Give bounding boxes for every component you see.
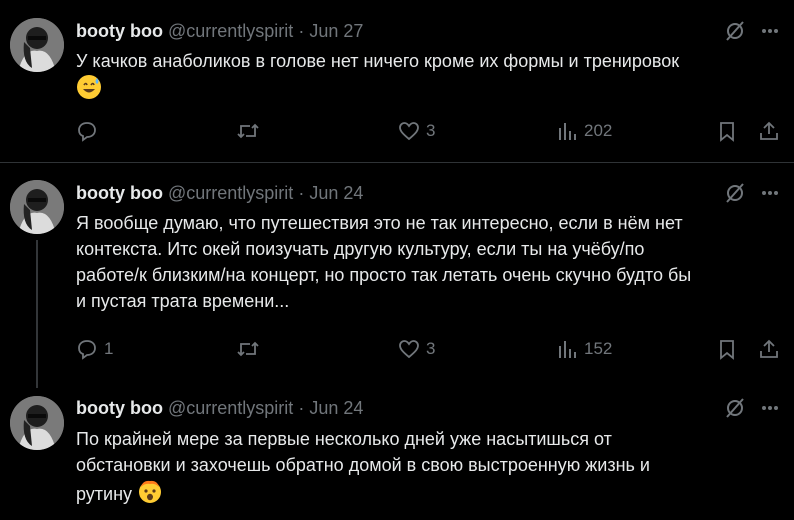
like-count: 3 [426, 121, 436, 140]
share-icon [758, 338, 780, 360]
reply-button[interactable] [76, 118, 104, 144]
share-button[interactable] [758, 118, 780, 144]
reply-count: 1 [104, 339, 114, 358]
heart-icon [398, 120, 420, 142]
tweet-text-line: рутину [76, 484, 133, 504]
bookmark-icon [716, 338, 738, 360]
separator-dot: · [298, 183, 305, 203]
sweat-smile-emoji [76, 74, 102, 107]
tweet-text-line: работе/к близким/на концерт, но просто т… [76, 265, 692, 285]
share-icon [758, 120, 780, 142]
retweet-button[interactable] [236, 118, 266, 144]
tweet-text-line: По крайней мере за первые несколько дней… [76, 429, 612, 449]
author-handle[interactable]: @currentlyspirit [168, 21, 293, 41]
tweet-text-line: контекста. Итс окей поизучать другую кул… [76, 239, 645, 259]
tweet-date[interactable]: Jun 27 [309, 21, 363, 41]
author-handle[interactable]: @currentlyspirit [168, 183, 293, 203]
retweet-icon [236, 338, 260, 360]
grok-icon[interactable] [724, 397, 746, 419]
reply-button[interactable]: 1 [76, 336, 113, 362]
bookmark-button[interactable] [716, 336, 738, 362]
tweet-header: booty boo @currentlyspirit · Jun 24 [76, 181, 363, 205]
grok-icon[interactable] [724, 182, 746, 204]
views-icon [556, 338, 578, 360]
reply-icon [76, 338, 98, 360]
tweet-text: По крайней мере за первые несколько дней… [76, 426, 776, 511]
tweet-text: У качков анаболиков в голове нет ничего … [76, 48, 776, 107]
avatar[interactable] [10, 180, 64, 234]
tweet-text-line: обстановки и захочешь обратно домой в св… [76, 455, 650, 475]
tweet-top-icons [724, 18, 780, 44]
more-icon[interactable] [760, 21, 780, 41]
tweet-text-line: Я вообще думаю, что путешествия это не т… [76, 213, 683, 233]
tweet-top-icons [724, 395, 780, 421]
retweet-icon [236, 120, 260, 142]
like-count: 3 [426, 339, 436, 358]
reply-icon [76, 120, 98, 142]
thread-connector [36, 240, 38, 388]
views-button[interactable]: 152 [556, 336, 612, 362]
views-button[interactable]: 202 [556, 118, 612, 144]
tweet-text-line: и пустая трата времени... [76, 291, 290, 311]
bookmark-button[interactable] [716, 118, 738, 144]
author-name[interactable]: booty boo [76, 398, 163, 418]
like-button[interactable]: 3 [398, 118, 435, 144]
author-name[interactable]: booty boo [76, 183, 163, 203]
tweet-actions: 3 202 [76, 118, 784, 144]
separator-dot: · [298, 398, 305, 418]
more-icon[interactable] [760, 183, 780, 203]
separator-dot: · [298, 21, 305, 41]
like-button[interactable]: 3 [398, 336, 435, 362]
tweet-text-line: У качков анаболиков в голове нет ничего … [76, 51, 680, 71]
avatar[interactable] [10, 18, 64, 72]
grok-icon[interactable] [724, 20, 746, 42]
author-name[interactable]: booty boo [76, 21, 163, 41]
exploding-head-emoji [137, 478, 163, 511]
author-handle[interactable]: @currentlyspirit [168, 398, 293, 418]
tweet-header: booty boo @currentlyspirit · Jun 27 [76, 19, 363, 43]
tweet-date[interactable]: Jun 24 [309, 183, 363, 203]
more-icon[interactable] [760, 398, 780, 418]
tweet-date[interactable]: Jun 24 [309, 398, 363, 418]
views-icon [556, 120, 578, 142]
avatar[interactable] [10, 396, 64, 450]
bookmark-icon [716, 120, 738, 142]
share-button[interactable] [758, 336, 780, 362]
tweet-header: booty boo @currentlyspirit · Jun 24 [76, 396, 363, 420]
tweet-top-icons [724, 180, 780, 206]
tweet-text: Я вообще думаю, что путешествия это не т… [76, 210, 776, 314]
retweet-button[interactable] [236, 336, 266, 362]
heart-icon [398, 338, 420, 360]
views-count: 202 [584, 121, 613, 140]
tweet-actions: 1 3 152 [76, 336, 784, 362]
views-count: 152 [584, 339, 613, 358]
tweet-divider [0, 162, 794, 163]
